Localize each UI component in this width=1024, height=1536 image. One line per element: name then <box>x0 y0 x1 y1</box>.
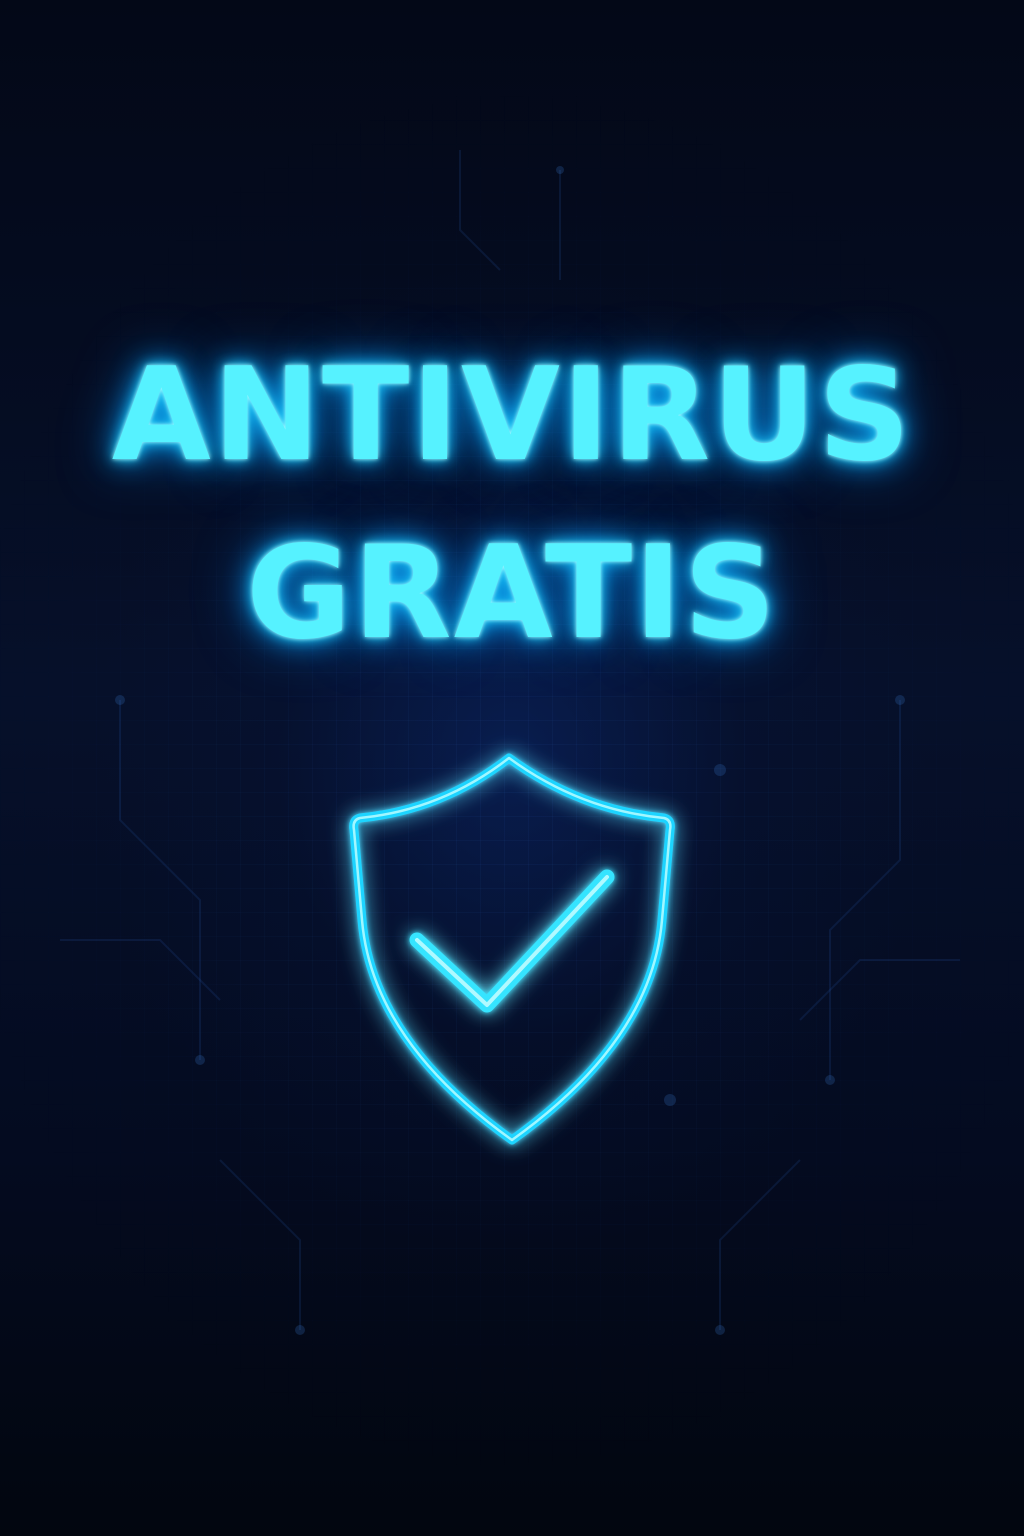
check-mark <box>409 869 615 1013</box>
poster: ANTIVIRUS GRATIS <box>0 0 1024 1536</box>
shield-check-icon <box>312 740 712 1160</box>
headline-line-2: GRATIS <box>246 519 778 668</box>
headline-line-1: ANTIVIRUS <box>111 341 913 490</box>
shield-outline <box>349 753 675 1145</box>
